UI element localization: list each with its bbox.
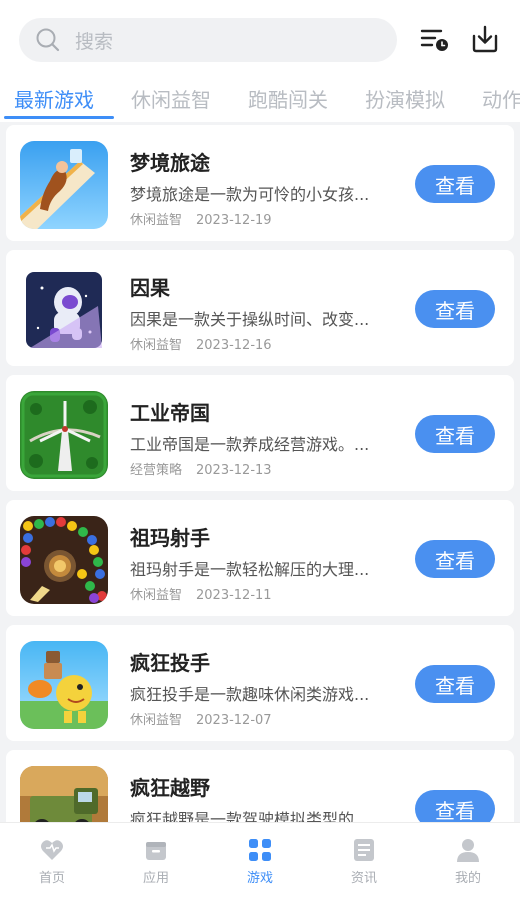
- nav-label: 首页: [38, 871, 65, 886]
- game-meta: 休闲益智 2023-12-19: [130, 209, 272, 228]
- nav-games[interactable]: 游戏: [208, 823, 312, 900]
- news-doc-icon: [351, 837, 377, 863]
- game-description: 梦境旅途是一款为可怜的小女孩...: [130, 185, 370, 204]
- game-title[interactable]: 祖玛射手: [130, 522, 210, 551]
- game-meta: 经营策略 2023-12-13: [130, 459, 272, 478]
- game-card[interactable]: 疯狂越野 疯狂越野是一款驾驶模拟类型的... 查看: [6, 750, 514, 822]
- game-description: 因果是一款关于操纵时间、改变...: [130, 310, 370, 329]
- view-button[interactable]: 查看: [415, 790, 495, 822]
- game-card[interactable]: 因果 因果是一款关于操纵时间、改变... 休闲益智 2023-12-16 查看: [6, 250, 514, 366]
- game-category: 经营策略: [130, 463, 183, 478]
- game-description: 工业帝国是一款养成经营游戏。...: [130, 435, 370, 454]
- game-thumbnail[interactable]: [20, 266, 108, 354]
- user-icon: [455, 837, 481, 863]
- active-tab-indicator: [4, 116, 114, 119]
- game-card[interactable]: 梦境旅途 梦境旅途是一款为可怜的小女孩... 休闲益智 2023-12-19 查看: [6, 125, 514, 241]
- game-card[interactable]: 工业帝国 工业帝国是一款养成经营游戏。... 经营策略 2023-12-13 查看: [6, 375, 514, 491]
- game-description: 疯狂越野是一款驾驶模拟类型的...: [130, 810, 370, 822]
- search-icon: [36, 28, 60, 52]
- nav-label: 应用: [142, 871, 169, 886]
- game-category: 休闲益智: [130, 713, 183, 728]
- top-header: 搜索 最新游戏 休闲益智 跑酷闯关 扮演模拟 动作: [0, 0, 520, 122]
- game-title[interactable]: 疯狂越野: [130, 772, 210, 801]
- history-list-icon[interactable]: [418, 22, 452, 56]
- game-title[interactable]: 因果: [130, 272, 170, 301]
- game-title[interactable]: 疯狂投手: [130, 647, 210, 676]
- game-category: 休闲益智: [130, 338, 183, 353]
- game-meta: 休闲益智 2023-12-16: [130, 334, 272, 353]
- nav-profile[interactable]: 我的: [416, 823, 520, 900]
- tab-roleplay-sim[interactable]: 扮演模拟: [365, 84, 445, 113]
- tab-casual-puzzle[interactable]: 休闲益智: [131, 84, 211, 113]
- tab-parkour[interactable]: 跑酷闯关: [248, 84, 328, 113]
- game-category: 休闲益智: [130, 588, 183, 603]
- view-button[interactable]: 查看: [415, 540, 495, 578]
- category-tabs: 最新游戏 休闲益智 跑酷闯关 扮演模拟 动作: [0, 76, 520, 122]
- view-button[interactable]: 查看: [415, 665, 495, 703]
- game-description: 祖玛射手是一款轻松解压的大理...: [130, 560, 370, 579]
- search-placeholder: 搜索: [75, 30, 114, 53]
- nav-news[interactable]: 资讯: [312, 823, 416, 900]
- nav-label: 资讯: [350, 871, 377, 886]
- game-card[interactable]: 疯狂投手 疯狂投手是一款趣味休闲类游戏... 休闲益智 2023-12-07 查看: [6, 625, 514, 741]
- game-grid-icon: [247, 837, 273, 863]
- view-button[interactable]: 查看: [415, 165, 495, 203]
- heart-home-icon: [39, 837, 65, 863]
- tab-latest-games[interactable]: 最新游戏: [14, 84, 94, 113]
- bottom-nav: 首页 应用 游戏 资讯 我的: [0, 822, 520, 900]
- game-date: 2023-12-13: [196, 463, 272, 478]
- app-box-icon: [143, 837, 169, 863]
- tab-action[interactable]: 动作: [482, 84, 520, 113]
- game-date: 2023-12-07: [196, 713, 272, 728]
- game-date: 2023-12-11: [196, 588, 272, 603]
- game-category: 休闲益智: [130, 213, 183, 228]
- nav-home[interactable]: 首页: [0, 823, 104, 900]
- game-meta: 休闲益智 2023-12-11: [130, 584, 272, 603]
- game-title[interactable]: 梦境旅途: [130, 147, 210, 176]
- game-title[interactable]: 工业帝国: [130, 397, 210, 426]
- view-button[interactable]: 查看: [415, 290, 495, 328]
- game-thumbnail[interactable]: [20, 516, 108, 604]
- game-meta: 休闲益智 2023-12-07: [130, 709, 272, 728]
- nav-apps[interactable]: 应用: [104, 823, 208, 900]
- download-icon[interactable]: [468, 22, 502, 56]
- game-thumbnail[interactable]: [20, 391, 108, 479]
- game-card[interactable]: 祖玛射手 祖玛射手是一款轻松解压的大理... 休闲益智 2023-12-11 查看: [6, 500, 514, 616]
- game-thumbnail[interactable]: [20, 766, 108, 822]
- game-list[interactable]: 梦境旅途 梦境旅途是一款为可怜的小女孩... 休闲益智 2023-12-19 查看…: [0, 122, 520, 822]
- game-thumbnail[interactable]: [20, 141, 108, 229]
- search-bar[interactable]: 搜索: [19, 18, 397, 62]
- nav-label: 游戏: [246, 871, 273, 886]
- view-button[interactable]: 查看: [415, 415, 495, 453]
- game-description: 疯狂投手是一款趣味休闲类游戏...: [130, 685, 370, 704]
- game-thumbnail[interactable]: [20, 641, 108, 729]
- game-date: 2023-12-16: [196, 338, 272, 353]
- nav-label: 我的: [454, 871, 481, 886]
- game-date: 2023-12-19: [196, 213, 272, 228]
